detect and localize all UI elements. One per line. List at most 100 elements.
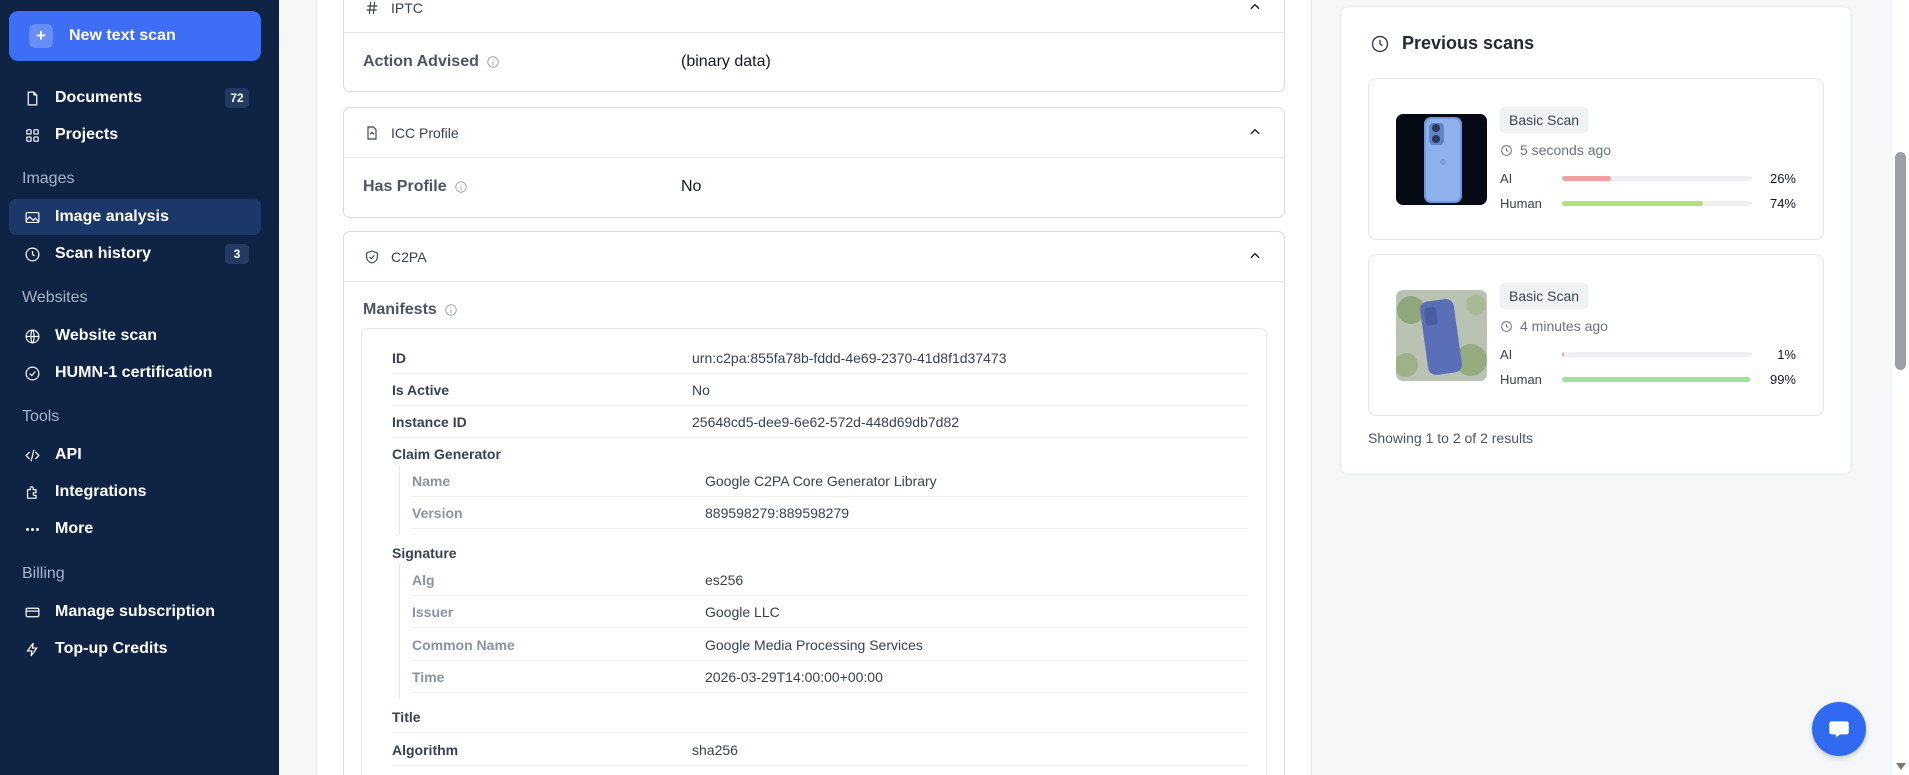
- chat-bubble-icon: [1829, 721, 1849, 738]
- manifest-instance-id-row: Instance ID 25648cd5-dee9-6e62-572d-448d6…: [392, 406, 1248, 438]
- sidebar-item-top-up-credits[interactable]: Top-up Credits: [9, 631, 261, 667]
- manifests-label: Manifests: [363, 301, 437, 318]
- image-icon: [23, 208, 41, 226]
- file-icon: [363, 124, 381, 142]
- sidebar-item-image-analysis[interactable]: Image analysis: [9, 199, 261, 235]
- manifest-title-row: Title: [392, 701, 1248, 733]
- c2pa-header[interactable]: C2PA: [344, 232, 1284, 282]
- iptc-header[interactable]: IPTC: [344, 0, 1284, 33]
- chevron-up-icon[interactable]: [1248, 249, 1262, 263]
- scan-time: 4 minutes ago: [1500, 318, 1608, 334]
- row-value: sha256: [692, 741, 738, 758]
- claim-generator-version-row: Version 889598279:889598279: [412, 497, 1248, 529]
- icc-profile-header[interactable]: ICC Profile: [344, 108, 1284, 158]
- has-profile-row: Has Profile No: [344, 158, 1284, 216]
- row-key: Time: [412, 668, 445, 685]
- code-icon: [23, 446, 41, 464]
- check-circle-icon: [23, 364, 41, 382]
- nested-indent-line: [399, 466, 400, 535]
- sidebar-item-api[interactable]: API: [9, 437, 261, 473]
- row-key: Common Name: [412, 636, 515, 653]
- row-value: Google C2PA Core Generator Library: [705, 472, 937, 489]
- shield-check-icon: [363, 248, 381, 266]
- row-key: Title: [392, 708, 421, 725]
- has-profile-value: No: [681, 178, 702, 195]
- sidebar-item-label: HUMN-1 certification: [55, 364, 213, 381]
- sidebar-item-more[interactable]: More: [9, 511, 261, 547]
- sidebar-item-label: Projects: [55, 126, 119, 143]
- scrollbar-thumb[interactable]: [1895, 152, 1906, 370]
- sidebar-item-label: Documents: [55, 89, 143, 106]
- manifest-id-row: ID urn:c2pa:855fa78b-fddd-4e69-2370-41d8f…: [392, 342, 1248, 374]
- info-icon[interactable]: [454, 180, 468, 194]
- row-key: Name: [412, 472, 451, 489]
- ai-percentage: 1%: [1777, 346, 1796, 362]
- sidebar-item-label: Manage subscription: [55, 603, 216, 620]
- history-clock-icon: [1370, 34, 1390, 54]
- nested-indent-line: [399, 564, 400, 699]
- ai-score-bar: [1562, 175, 1612, 181]
- row-key: Version: [412, 504, 463, 521]
- info-icon[interactable]: [486, 55, 500, 69]
- new-text-scan-label: New text scan: [69, 27, 176, 44]
- signature-common-name-row: Common Name Google Media Processing Servi…: [412, 629, 1248, 661]
- info-icon[interactable]: [444, 303, 458, 317]
- iptc-title: IPTC: [391, 0, 423, 16]
- hash-icon: [363, 0, 381, 17]
- row-key: Claim Generator: [392, 446, 501, 462]
- row-value: 2026-03-29T14:00:00+00:00: [705, 668, 883, 685]
- row-value: es256: [705, 571, 744, 588]
- section-websites: Websites: [22, 289, 88, 306]
- sidebar-item-integrations[interactable]: Integrations: [9, 474, 261, 510]
- manifest-algorithm-row: Algorithm sha256: [392, 734, 1248, 766]
- ai-label: AI: [1500, 170, 1513, 186]
- sidebar-item-label: More: [55, 520, 94, 537]
- sidebar-item-scan-history[interactable]: Scan history 3: [9, 236, 261, 272]
- ai-score-row: AI 1%: [1500, 346, 1796, 362]
- sidebar: + New text scan Documents 72 Projects Im…: [0, 0, 279, 775]
- scan-history-count-badge: 3: [225, 244, 249, 264]
- human-label: Human: [1500, 371, 1542, 387]
- row-value: Google LLC: [705, 603, 780, 620]
- scan-card[interactable]: Basic Scan 5 seconds ago AI 26% Human 74…: [1368, 78, 1824, 240]
- iptc-section: IPTC Action Advised (binary data): [343, 0, 1285, 92]
- previous-scans-title: Previous scans: [1370, 33, 1534, 54]
- row-key: Issuer: [412, 603, 454, 620]
- human-score-row: Human 99%: [1500, 371, 1796, 387]
- row-key: Alg: [412, 571, 435, 588]
- row-value: No: [692, 381, 710, 398]
- chevron-up-icon[interactable]: [1248, 125, 1262, 139]
- new-text-scan-button[interactable]: + New text scan: [9, 11, 261, 61]
- ellipsis-icon: [23, 520, 41, 538]
- row-key: Algorithm: [392, 741, 459, 758]
- lightning-icon: [23, 640, 41, 658]
- sidebar-item-projects[interactable]: Projects: [9, 117, 261, 153]
- scrollbar[interactable]: [1893, 0, 1909, 775]
- documents-count-badge: 72: [225, 88, 249, 108]
- ai-score-track: [1562, 351, 1752, 357]
- sidebar-item-website-scan[interactable]: Website scan: [9, 318, 261, 354]
- chat-support-button[interactable]: [1812, 702, 1866, 756]
- row-key: Instance ID: [392, 413, 467, 430]
- has-profile-label: Has Profile: [363, 178, 447, 195]
- sidebar-item-manage-subscription[interactable]: Manage subscription: [9, 594, 261, 630]
- section-tools: Tools: [22, 408, 60, 425]
- scan-card[interactable]: Basic Scan 4 minutes ago AI 1% Human 99%: [1368, 254, 1824, 416]
- signature-time-row: Time 2026-03-29T14:00:00+00:00: [412, 661, 1248, 693]
- scan-type-badge: Basic Scan: [1500, 107, 1589, 133]
- human-score-bar: [1562, 376, 1751, 382]
- ai-percentage: 26%: [1769, 170, 1796, 186]
- grid-icon: [23, 126, 41, 144]
- sidebar-item-documents[interactable]: Documents 72: [9, 80, 261, 116]
- sidebar-item-humn-certification[interactable]: HUMN-1 certification: [9, 355, 261, 391]
- row-key: Is Active: [392, 381, 450, 398]
- human-percentage: 74%: [1769, 195, 1796, 211]
- section-billing: Billing: [22, 565, 65, 582]
- scroll-down-arrow-icon[interactable]: [1893, 760, 1909, 774]
- globe-icon: [23, 327, 41, 345]
- c2pa-title: C2PA: [391, 248, 427, 265]
- human-percentage: 99%: [1769, 371, 1796, 387]
- chevron-up-icon[interactable]: [1248, 0, 1262, 14]
- human-score-track: [1562, 200, 1752, 206]
- ai-label: AI: [1500, 346, 1513, 362]
